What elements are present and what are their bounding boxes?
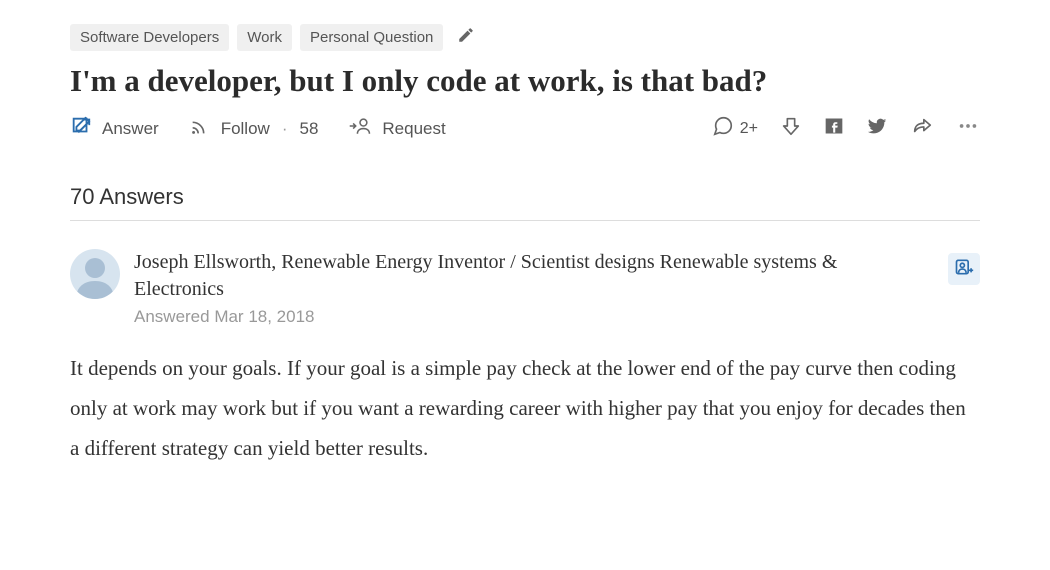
person-add-icon [954,257,974,282]
facebook-icon[interactable] [824,116,844,141]
answer-header: Joseph Ellsworth, Renewable Energy Inven… [70,249,980,327]
more-icon[interactable] [956,115,980,142]
request-label: Request [382,119,445,139]
follow-label: Follow [221,119,270,139]
request-button[interactable]: Request [348,115,445,142]
compose-icon [70,115,92,142]
author-name: Joseph Ellsworth [134,251,271,273]
share-icon[interactable] [910,115,934,142]
answer-label: Answer [102,119,159,139]
separator: · [282,119,288,139]
request-icon [348,115,372,142]
comments-button[interactable]: 2+ [712,115,758,142]
follow-user-button[interactable] [948,253,980,285]
answer-body: It depends on your goals. If your goal i… [70,349,980,469]
answer-button[interactable]: Answer [70,115,159,142]
author-byline[interactable]: Joseph Ellsworth, Renewable Energy Inven… [134,249,930,303]
topic-row: Software Developers Work Personal Questi… [70,24,980,51]
question-title: I'm a developer, but I only code at work… [70,63,980,99]
comment-icon [712,115,734,142]
edit-icon[interactable] [457,26,475,49]
twitter-icon[interactable] [866,115,888,142]
topic-pill[interactable]: Software Developers [70,24,229,51]
topic-pill[interactable]: Personal Question [300,24,443,51]
answers-header: 70 Answers [70,184,980,221]
answered-date[interactable]: Answered Mar 18, 2018 [134,307,930,327]
rss-icon [189,115,211,142]
follow-button[interactable]: Follow · 58 [189,115,319,142]
comment-count: 2+ [740,120,758,138]
avatar[interactable] [70,249,120,299]
downvote-icon[interactable] [780,115,802,142]
topic-pill[interactable]: Work [237,24,292,51]
action-bar: Answer Follow · 58 Request 2+ [70,115,980,142]
follow-count: 58 [299,119,318,139]
